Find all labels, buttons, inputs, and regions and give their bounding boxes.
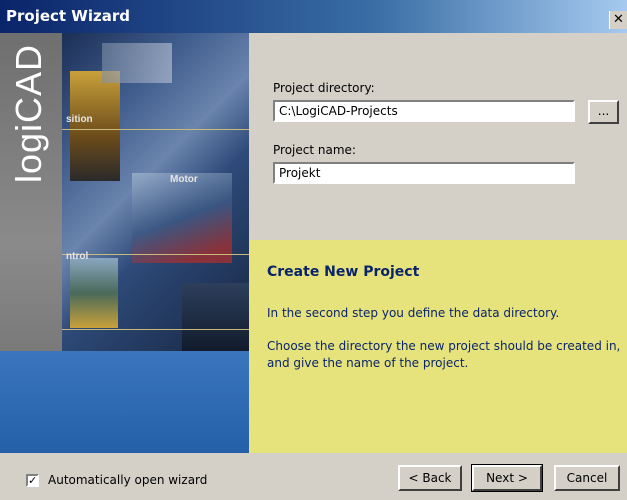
back-button[interactable]: < Back (398, 465, 462, 491)
photo-tile-motor (70, 71, 120, 181)
checkmark-icon: ✓ (28, 474, 38, 487)
photo-tile-control (70, 258, 118, 328)
auto-open-checkbox[interactable]: ✓ (26, 474, 39, 487)
image-label: ntrol (66, 251, 89, 262)
info-instructions-text: Choose the directory the new project sho… (267, 339, 621, 370)
industrial-photo-collage (62, 33, 249, 351)
project-wizard-window: Project Wizard ✕ logiCAD sition Motor nt… (0, 0, 627, 500)
info-heading: Create New Project (267, 264, 420, 280)
divider-line (62, 254, 249, 255)
form-panel: Project directory: C:\LogiCAD-Projects .… (249, 33, 627, 240)
close-button[interactable]: ✕ (609, 11, 627, 29)
info-step-text: In the second step you define the data d… (267, 306, 560, 320)
browse-button[interactable]: ... (588, 100, 619, 124)
divider-line (62, 129, 249, 130)
blue-banner (0, 351, 249, 453)
auto-open-label: Automatically open wizard (48, 473, 208, 487)
project-directory-label: Project directory: (273, 81, 375, 95)
project-name-input[interactable]: Projekt (273, 162, 575, 184)
cancel-button[interactable]: Cancel (554, 465, 620, 491)
divider-line (62, 329, 249, 330)
title-bar[interactable]: Project Wizard ✕ (0, 0, 627, 33)
next-button[interactable]: Next > (471, 464, 543, 492)
window-title: Project Wizard (6, 7, 130, 25)
logicad-logo: logiCAD (8, 43, 49, 183)
photo-tile-stripes (102, 43, 172, 83)
image-label: sition (66, 114, 93, 125)
photo-tile-machinery (132, 173, 232, 263)
project-directory-input[interactable]: C:\LogiCAD-Projects (273, 100, 575, 122)
photo-tile-dark (182, 283, 249, 351)
image-label: Motor (170, 174, 198, 185)
project-name-label: Project name: (273, 143, 356, 157)
close-icon: ✕ (613, 12, 624, 27)
wizard-side-image: logiCAD sition Motor ntrol (0, 33, 249, 453)
wizard-content: Project directory: C:\LogiCAD-Projects .… (249, 33, 627, 453)
